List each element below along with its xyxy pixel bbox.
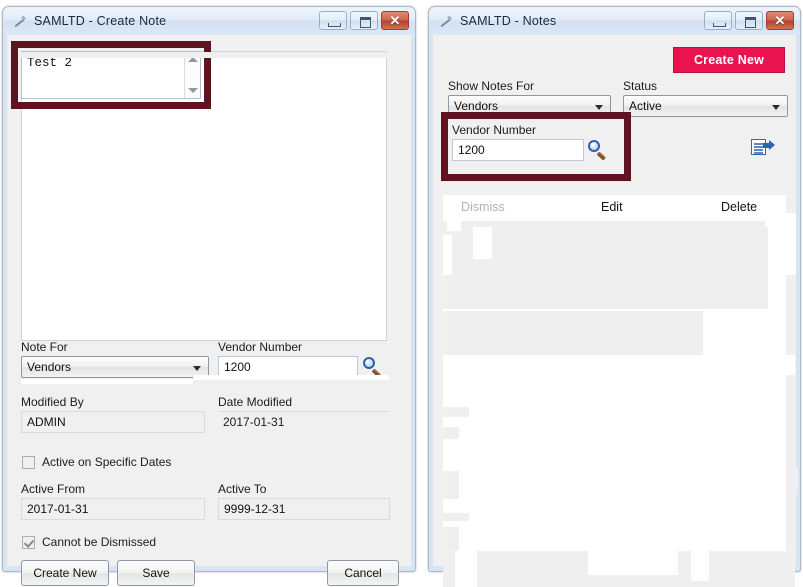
vendor-number-filter-label: Vendor Number: [452, 123, 537, 137]
modified-by-field: ADMIN: [21, 411, 205, 433]
pencil-icon: [438, 13, 454, 29]
notes-title: SAMLTD - Notes: [460, 14, 557, 28]
notes-titlebar[interactable]: SAMLTD - Notes ✕: [429, 7, 800, 35]
maximize-button[interactable]: [735, 11, 763, 30]
checkbox-box: [22, 535, 35, 549]
show-notes-for-combo[interactable]: Vendors: [448, 95, 611, 117]
active-on-specific-dates-checkbox[interactable]: Active on Specific Dates: [22, 455, 171, 469]
create-note-window: SAMLTD - Create Note ✕ Test 2 Note For V…: [2, 6, 416, 586]
create-note-title: SAMLTD - Create Note: [34, 14, 167, 28]
note-text-input[interactable]: Test 2: [21, 51, 201, 99]
render-artifact: [443, 427, 459, 439]
cannot-be-dismissed-label: Cannot be Dismissed: [42, 535, 157, 549]
render-artifact: [193, 375, 389, 380]
magnifier-icon[interactable]: [363, 357, 383, 378]
render-artifact: [21, 52, 387, 58]
render-artifact: [455, 551, 477, 587]
scroll-down-icon[interactable]: [188, 88, 198, 93]
vendor-number-label: Vendor Number: [218, 340, 303, 354]
notes-client-area: Create New Show Notes For Vendors Status…: [433, 35, 798, 587]
active-from-value: 2017-01-31: [27, 502, 89, 516]
magnifier-lens: [588, 140, 600, 152]
note-scrollbar[interactable]: [184, 52, 200, 98]
date-modified-value: 2017-01-31: [223, 415, 285, 429]
render-artifact: [443, 355, 795, 375]
notes-list-header: Dismiss Edit Delete: [443, 195, 786, 221]
render-artifact: [786, 213, 796, 275]
chevron-down-icon: [193, 366, 201, 371]
active-to-value: 9999-12-31: [224, 502, 286, 516]
minimize-button[interactable]: [704, 11, 732, 30]
create-new-button[interactable]: Create New: [673, 47, 785, 73]
cannot-be-dismissed-checkbox[interactable]: Cannot be Dismissed: [22, 535, 156, 549]
render-artifact: [691, 551, 709, 581]
magnifier-lens: [363, 357, 375, 369]
maximize-button[interactable]: [350, 11, 378, 30]
render-artifact: [788, 467, 798, 495]
chevron-down-icon: [595, 105, 603, 110]
status-combo[interactable]: Active: [623, 95, 788, 117]
cancel-button[interactable]: Cancel: [327, 560, 399, 586]
render-artifact: [443, 277, 768, 309]
render-artifact: [473, 227, 492, 259]
note-for-value: Vendors: [27, 360, 72, 374]
show-notes-for-label: Show Notes For: [448, 79, 535, 93]
column-header-dismiss[interactable]: Dismiss: [461, 200, 505, 214]
status-value: Active: [629, 99, 662, 113]
checkbox-box: [22, 455, 35, 469]
show-notes-for-value: Vendors: [454, 99, 499, 113]
note-for-label: Note For: [21, 340, 68, 354]
vendor-number-value: 1200: [224, 360, 251, 374]
notes-window: SAMLTD - Notes ✕ Create New Show Notes F…: [428, 6, 801, 587]
vendor-number-filter-input[interactable]: 1200: [452, 139, 584, 161]
save-button[interactable]: Save: [117, 560, 195, 586]
render-artifact: [443, 407, 469, 417]
modified-by-label: Modified By: [21, 395, 84, 409]
render-artifact: [21, 379, 193, 384]
active-to-field: 9999-12-31: [218, 498, 390, 520]
date-modified-label: Date Modified: [218, 395, 293, 409]
render-artifact: [705, 311, 717, 355]
column-header-edit[interactable]: Edit: [601, 200, 623, 214]
active-from-label: Active From: [21, 482, 86, 496]
magnifier-handle: [596, 151, 607, 161]
close-button[interactable]: ✕: [766, 11, 794, 30]
column-header-delete[interactable]: Delete: [721, 200, 757, 214]
active-from-field: 2017-01-31: [21, 498, 205, 520]
active-to-label: Active To: [218, 482, 267, 496]
render-artifact: [443, 513, 469, 521]
note-text-value: Test 2: [27, 56, 73, 70]
create-note-window-controls: ✕: [319, 11, 409, 30]
create-note-client-area: Test 2 Note For Vendors Vendor Number 12…: [7, 35, 411, 586]
note-for-combo[interactable]: Vendors: [21, 356, 209, 378]
export-arrow-head: [769, 140, 775, 150]
export-icon[interactable]: [751, 138, 775, 158]
close-button[interactable]: ✕: [381, 11, 409, 30]
render-artifact: [588, 551, 678, 575]
render-artifact: [443, 235, 452, 275]
active-on-specific-dates-label: Active on Specific Dates: [42, 455, 172, 469]
create-note-titlebar[interactable]: SAMLTD - Create Note ✕: [3, 7, 415, 35]
render-artifact: [443, 311, 703, 355]
pencil-icon: [12, 13, 28, 29]
render-artifact: [447, 221, 461, 231]
magnifier-icon[interactable]: [588, 140, 608, 161]
modified-by-value: ADMIN: [27, 415, 66, 429]
create-new-button[interactable]: Create New: [21, 560, 109, 586]
vendor-number-filter-value: 1200: [458, 143, 485, 157]
minimize-button[interactable]: [319, 11, 347, 30]
notes-window-controls: ✕: [704, 11, 794, 30]
status-label: Status: [623, 79, 658, 93]
render-artifact: [765, 195, 775, 227]
chevron-down-icon: [772, 105, 780, 110]
render-artifact: [443, 471, 459, 499]
